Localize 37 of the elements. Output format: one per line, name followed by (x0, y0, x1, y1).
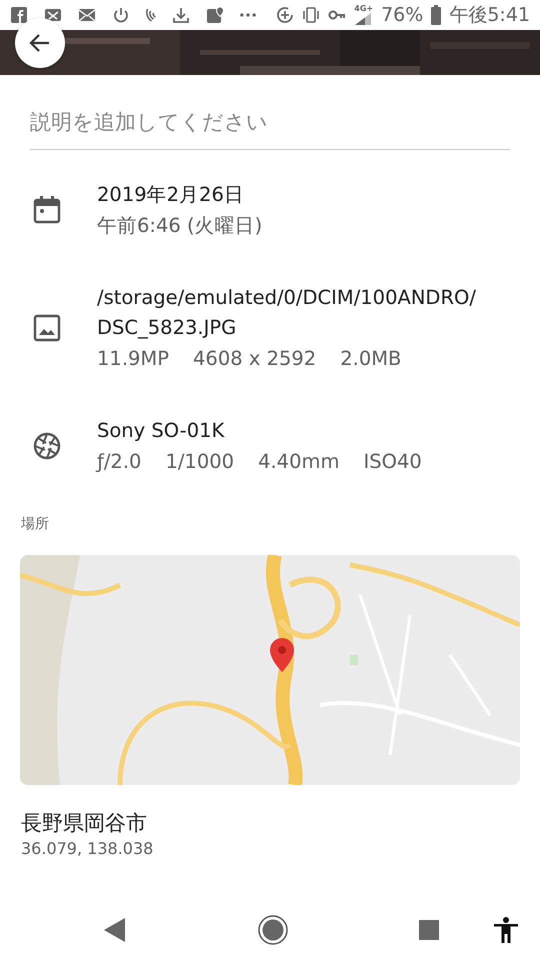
camera-spec: 1/1000 (165, 448, 234, 474)
app-icon (44, 6, 62, 24)
aperture-icon (33, 432, 61, 460)
section-heading: 場所 (21, 514, 50, 534)
file-spec: 11.9MP (97, 346, 170, 372)
battery-level: 76% (381, 2, 424, 28)
camera-spec: ISO40 (363, 448, 422, 474)
image-icon (33, 314, 61, 342)
social-icon (10, 6, 28, 24)
signal-icon (354, 13, 372, 25)
place-name: 長野県岡谷市 (21, 810, 148, 836)
camera-model: Sony SO-01K (97, 418, 226, 444)
mail-icon (78, 6, 96, 24)
battery-icon (431, 5, 442, 25)
nfc-icon (146, 8, 156, 22)
network-type: 4G+ (354, 5, 374, 13)
camera-spec: ƒ/2.0 (97, 448, 142, 474)
clock: 午後5:41 (449, 2, 530, 28)
map-app-icon (206, 6, 224, 24)
file-path: /storage/emulated/0/DCIM/100ANDRO/ (97, 284, 476, 310)
coordinates: 36.079, 138.038 (21, 838, 154, 860)
file-spec: 2.0MB (340, 346, 402, 372)
download-icon (172, 6, 190, 24)
accessibility-button[interactable] (494, 917, 518, 943)
home-button[interactable] (258, 915, 288, 945)
time-text: 午前6:46 (火曜日) (97, 212, 262, 238)
power-icon (112, 6, 130, 24)
calendar-icon (33, 196, 61, 224)
back-nav-button[interactable] (104, 918, 126, 942)
date-text: 2019年2月26日 (97, 182, 245, 208)
data-saver-icon (276, 6, 294, 24)
vibrate-icon (302, 6, 320, 24)
file-path: DSC_5823.JPG (97, 314, 238, 341)
file-spec: 4608 x 2592 (193, 346, 316, 372)
back-arrow-icon (29, 32, 51, 54)
camera-spec: 4.40mm (258, 448, 340, 474)
more-icon (240, 13, 256, 17)
